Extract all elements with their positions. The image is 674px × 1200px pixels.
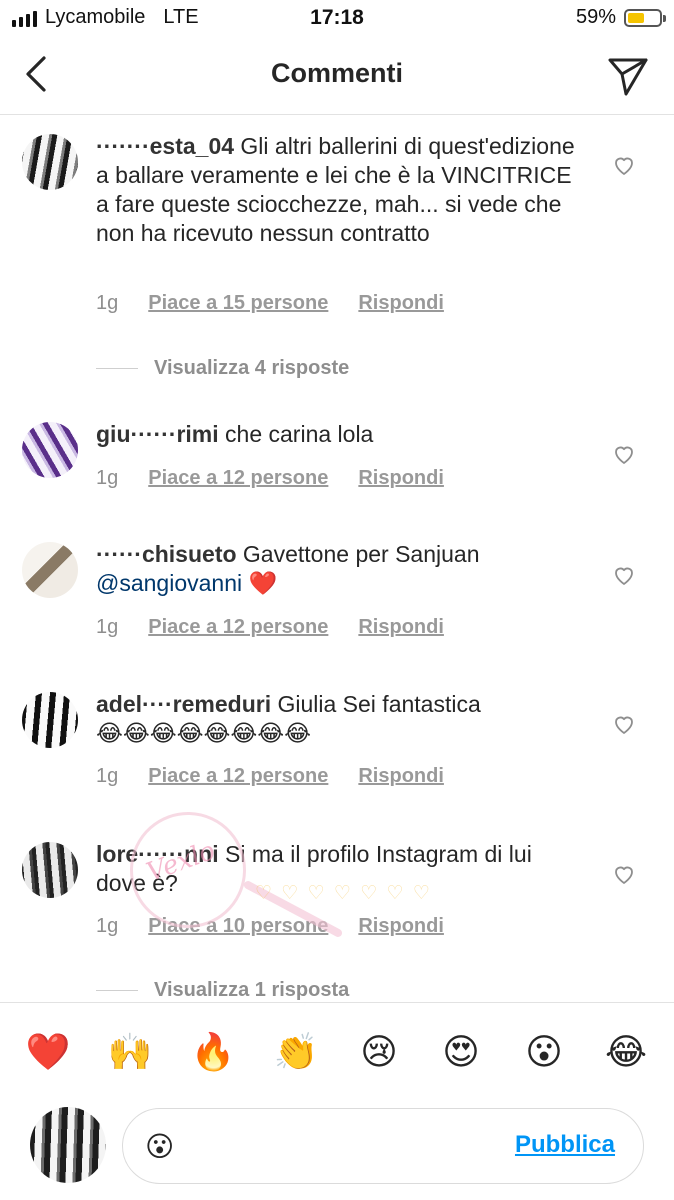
likes-link[interactable]: Piace a 12 persone (148, 467, 328, 490)
reply-link[interactable]: Rispondi (358, 292, 444, 315)
current-user-avatar (30, 1107, 106, 1183)
emoji-raised-hands[interactable]: 🙌 (107, 1029, 153, 1075)
comment-text: adel····remeduri Giulia Sei fantastica 😂😂… (96, 690, 581, 748)
heart-icon[interactable] (612, 712, 636, 736)
likes-link[interactable]: Piace a 12 persone (148, 616, 328, 639)
likes-link[interactable]: Piace a 15 persone (148, 292, 328, 315)
heart-icon[interactable] (612, 563, 636, 587)
likes-link[interactable]: Piace a 12 persone (148, 765, 328, 788)
heart-icon[interactable] (612, 442, 636, 466)
view-replies-label: Visualizza 1 risposta (154, 979, 350, 1001)
reply-link[interactable]: Rispondi (358, 915, 444, 938)
divider (96, 368, 138, 369)
comment-age: 1g (96, 616, 119, 638)
laughing-emojis: 😂😂😂😂😂😂😂😂 (96, 720, 311, 746)
comment-body: che carina lola (225, 421, 374, 447)
avatar[interactable] (22, 842, 78, 898)
avatar[interactable] (22, 422, 78, 478)
view-replies-button[interactable]: Visualizza 4 risposte (96, 357, 349, 380)
emoji-laughing[interactable]: 😂 (603, 1029, 649, 1075)
reply-link[interactable]: Rispondi (358, 765, 444, 788)
comment-text: giu······rimi che carina lola (96, 420, 581, 449)
comment-text: ······chisueto Gavettone per Sanjuan @san… (96, 540, 581, 598)
heart-icon[interactable] (612, 862, 636, 886)
emoji-clap[interactable]: 👏 (273, 1029, 319, 1075)
heart-icon[interactable] (612, 153, 636, 177)
comment-body: Giulia Sei fantastica (277, 691, 481, 717)
emoji-surprised[interactable]: 😮 (521, 1029, 567, 1075)
comment-meta: 1g Piace a 12 persone Rispondi (96, 616, 444, 639)
comment-username[interactable]: ······chisueto (96, 541, 237, 567)
status-right: 59% (575, 6, 666, 29)
avatar[interactable] (22, 692, 78, 748)
comment-age: 1g (96, 467, 119, 489)
battery-icon (624, 8, 666, 27)
battery-percent: 59% (575, 6, 616, 28)
reply-link[interactable]: Rispondi (358, 616, 444, 639)
comment-meta: 1g Piace a 12 persone Rispondi (96, 467, 444, 490)
avatar[interactable] (22, 542, 78, 598)
reply-link[interactable]: Rispondi (358, 467, 444, 490)
page-title: Commenti (270, 58, 403, 88)
comment-text: ·······esta_04 Gli altri ballerini di qu… (96, 132, 581, 248)
emoji-fire[interactable]: 🔥 (190, 1029, 236, 1075)
view-replies-button[interactable]: Visualizza 1 risposta (96, 979, 349, 1002)
comment-input[interactable]: 😮 Pubblica (122, 1108, 644, 1184)
publish-button[interactable]: Pubblica (515, 1131, 615, 1159)
comment-age: 1g (96, 292, 119, 314)
view-replies-label: Visualizza 4 risposte (154, 357, 350, 379)
comment-age: 1g (96, 915, 119, 937)
header: Commenti (0, 40, 674, 115)
avatar[interactable] (22, 134, 78, 190)
comment-age: 1g (96, 765, 119, 787)
comment-meta: 1g Piace a 15 persone Rispondi (96, 292, 444, 315)
emoji-quick-bar: ❤️ 🙌 🔥 👏 😢 😍 😮 😂 (0, 1002, 674, 1099)
divider (96, 990, 138, 991)
comment-username[interactable]: giu······rimi (96, 421, 219, 447)
comment-input-value[interactable]: 😮 (145, 1129, 174, 1165)
heart-emoji: ❤️ (248, 570, 278, 596)
paper-plane-icon (608, 58, 648, 96)
emoji-heart[interactable]: ❤️ (25, 1029, 71, 1075)
comment-body: Gavettone per Sanjuan (242, 541, 480, 567)
status-bar: Lycamobile LTE 17:18 59% (0, 0, 674, 40)
comment-meta: 1g Piace a 12 persone Rispondi (96, 765, 444, 788)
emoji-heart-eyes[interactable]: 😍 (438, 1029, 484, 1075)
comment-username[interactable]: ·······esta_04 (96, 133, 234, 159)
comment-mention[interactable]: @sangiovanni (96, 570, 242, 596)
watermark-text: ♡ ♡ ♡ ♡ ♡ ♡ ♡ (255, 883, 432, 904)
comment-username[interactable]: adel····remeduri (96, 691, 271, 717)
share-button[interactable] (606, 54, 650, 98)
comment-meta: 1g Piace a 10 persone Rispondi (96, 915, 444, 938)
clock: 17:18 (310, 6, 364, 29)
emoji-crying[interactable]: 😢 (356, 1029, 402, 1075)
